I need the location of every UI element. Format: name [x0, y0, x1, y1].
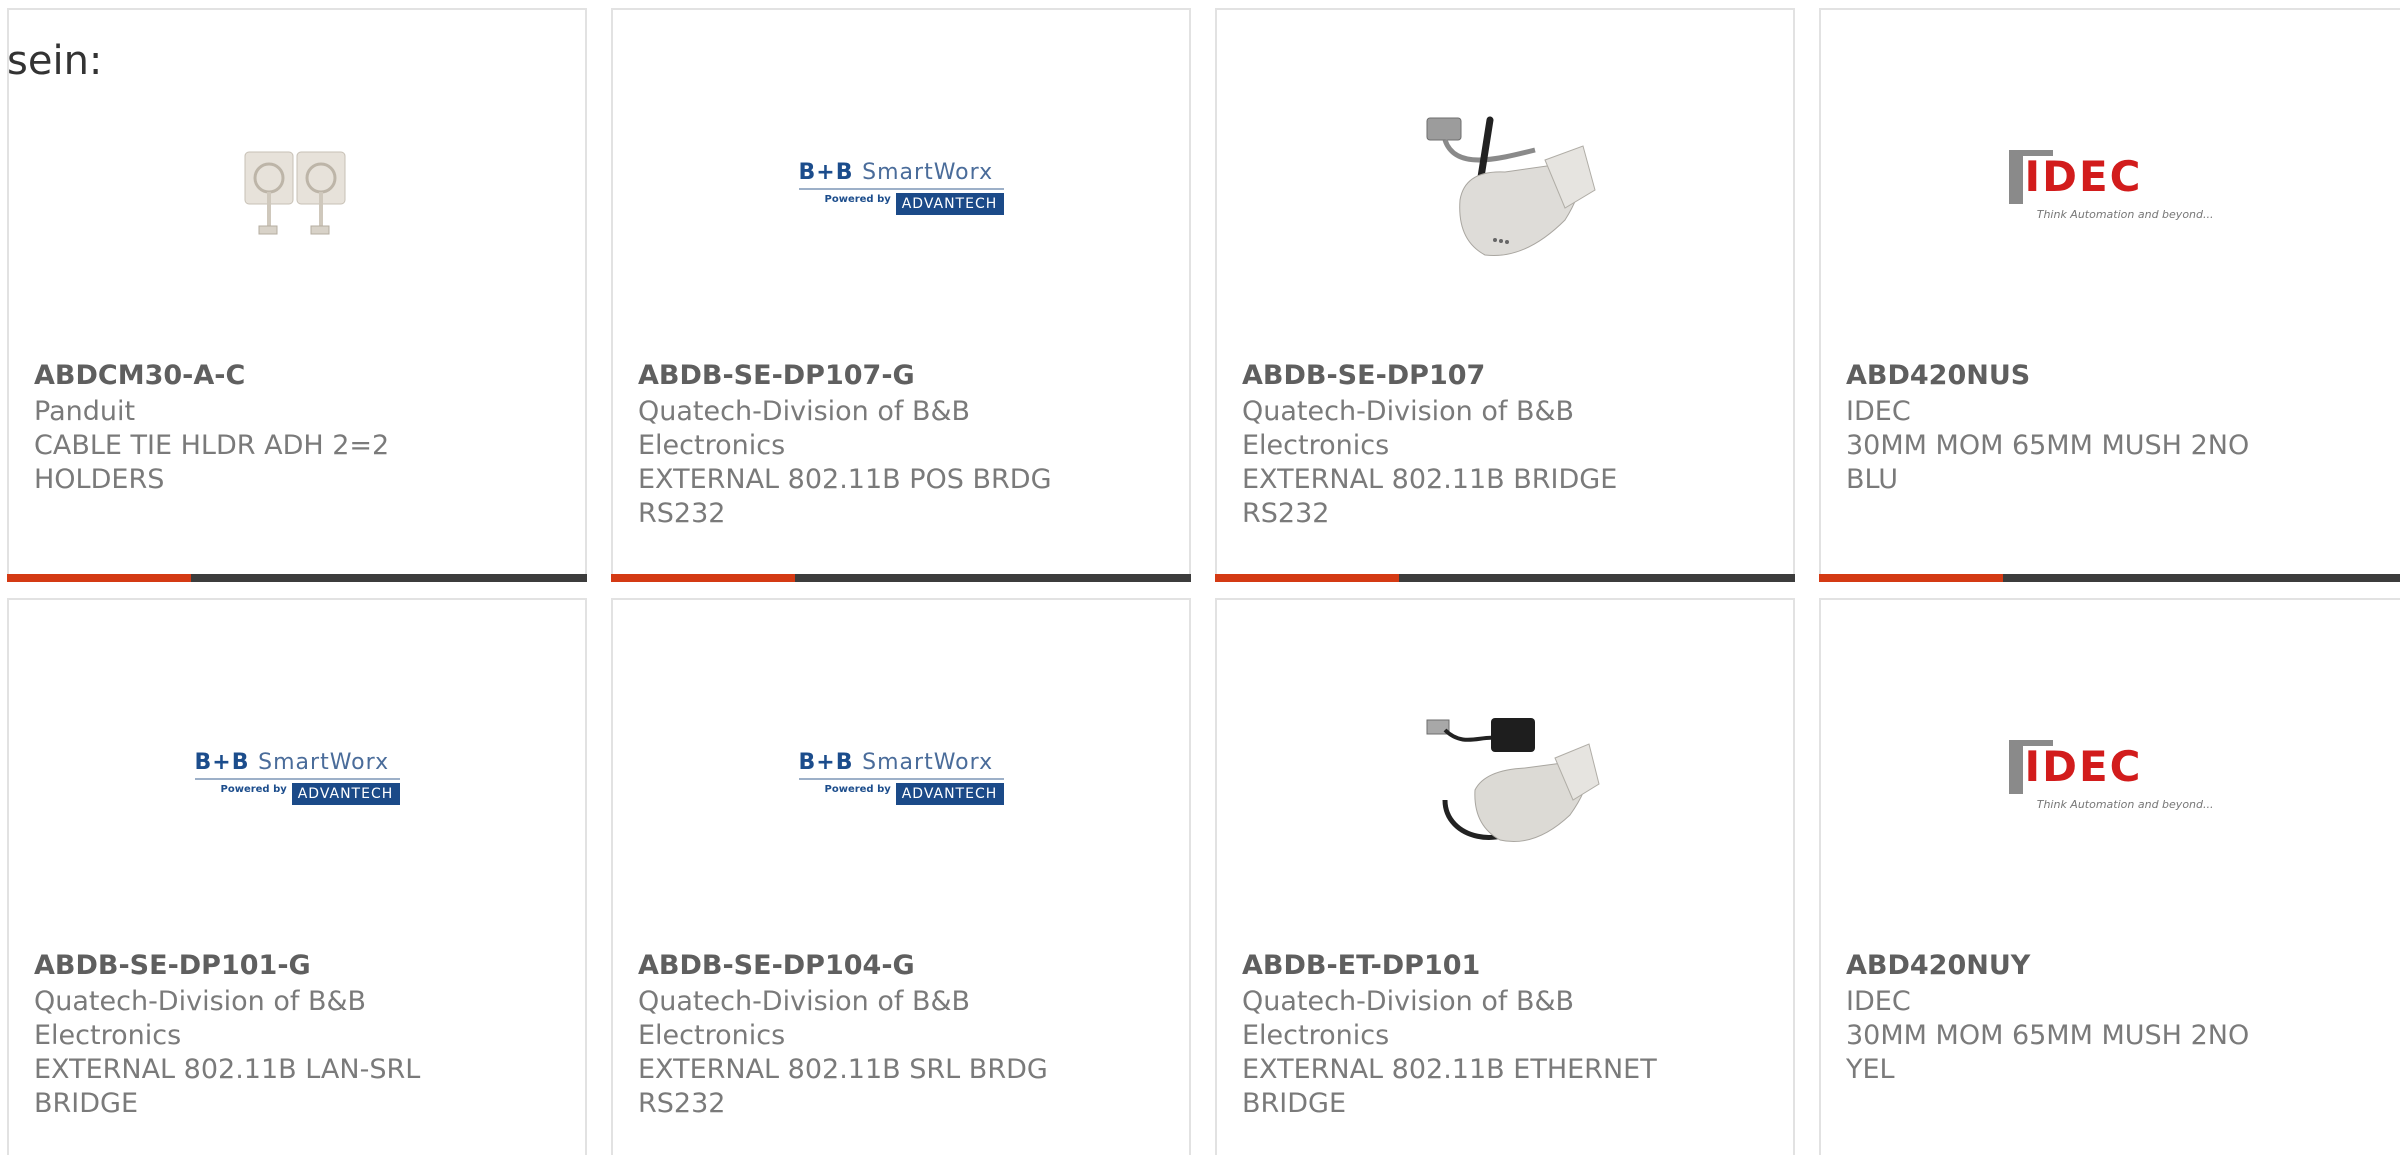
card-bar: [7, 574, 587, 582]
description: EXTERNAL 802.11B SRL BRDG RS232: [638, 1054, 1048, 1119]
description: CABLE TIE HLDR ADH 2=2 HOLDERS: [34, 430, 390, 495]
idec-logo: IDEC Think Automation and beyond...: [2008, 740, 2214, 820]
manufacturer: IDEC: [1846, 396, 1911, 427]
card-bar-accent: [1215, 574, 1399, 582]
description: 30MM MOM 65MM MUSH 2NO BLU: [1846, 430, 2250, 495]
product-card[interactable]: B+B SmartWorx Powered by ADVANTECH ABDB-…: [611, 8, 1191, 582]
description: EXTERNAL 802.11B LAN-SRL BRIDGE: [34, 1054, 421, 1119]
part-number[interactable]: ABDB-SE-DP101-G: [34, 950, 311, 981]
card-bar-accent: [611, 574, 795, 582]
card-bar: [611, 574, 1191, 582]
description: EXTERNAL 802.11B POS BRDG RS232: [638, 464, 1052, 529]
product-card[interactable]: B+B SmartWorx Powered by ADVANTECH ABDB-…: [7, 598, 587, 1155]
product-image[interactable]: [9, 80, 585, 300]
manufacturer: Quatech-Division of B&B Electronics: [1242, 396, 1575, 461]
part-number[interactable]: ABDCM30-A-C: [34, 360, 245, 391]
part-number[interactable]: ABDB-SE-DP104-G: [638, 950, 915, 981]
bb-smartworx-logo: B+B SmartWorx Powered by ADVANTECH: [194, 750, 400, 810]
part-number[interactable]: ABD420NUS: [1846, 360, 2030, 391]
manufacturer: Quatech-Division of B&B Electronics: [34, 986, 367, 1051]
card-bar: [1215, 574, 1795, 582]
product-card[interactable]: ABDB-SE-DP107 Quatech-Division of B&B El…: [1215, 8, 1795, 582]
manufacturer: Quatech-Division of B&B Electronics: [638, 396, 971, 461]
product-card[interactable]: B+B SmartWorx Powered by ADVANTECH ABDB-…: [611, 598, 1191, 1155]
product-card[interactable]: IDEC Think Automation and beyond... ABD4…: [1819, 598, 2400, 1155]
manufacturer: IDEC: [1846, 986, 1911, 1017]
product-card[interactable]: ABDB-ET-DP101 Quatech-Division of B&B El…: [1215, 598, 1795, 1155]
product-image[interactable]: IDEC Think Automation and beyond...: [1821, 80, 2400, 300]
manufacturer: Quatech-Division of B&B Electronics: [638, 986, 971, 1051]
intro-text: sein:: [7, 38, 103, 84]
part-number[interactable]: ABDB-SE-DP107: [1242, 360, 1485, 391]
bb-smartworx-logo: B+B SmartWorx Powered by ADVANTECH: [798, 160, 1004, 220]
description: EXTERNAL 802.11B ETHERNET BRIDGE: [1242, 1054, 1657, 1119]
cable-tie-holder-image: [244, 151, 346, 235]
manufacturer: Panduit: [34, 396, 136, 427]
product-image[interactable]: B+B SmartWorx Powered by ADVANTECH: [613, 670, 1189, 890]
description: EXTERNAL 802.11B BRIDGE RS232: [1242, 464, 1618, 529]
description: 30MM MOM 65MM MUSH 2NO YEL: [1846, 1020, 2250, 1085]
product-image[interactable]: [1217, 80, 1793, 300]
ethernet-bridge-image: [1426, 718, 1600, 843]
product-image[interactable]: B+B SmartWorx Powered by ADVANTECH: [613, 80, 1189, 300]
part-number[interactable]: ABDB-ET-DP101: [1242, 950, 1480, 981]
card-bar-accent: [1819, 574, 2003, 582]
product-card[interactable]: ABDCM30-A-C Panduit CABLE TIE HLDR ADH 2…: [7, 8, 587, 582]
part-number[interactable]: ABDB-SE-DP107-G: [638, 360, 915, 391]
product-image[interactable]: B+B SmartWorx Powered by ADVANTECH: [9, 670, 585, 890]
product-image[interactable]: IDEC Think Automation and beyond...: [1821, 670, 2400, 890]
wireless-bridge-image: [1426, 116, 1596, 257]
product-card[interactable]: IDEC Think Automation and beyond... ABD4…: [1819, 8, 2400, 582]
idec-logo: IDEC Think Automation and beyond...: [2008, 150, 2214, 230]
manufacturer: Quatech-Division of B&B Electronics: [1242, 986, 1575, 1051]
product-image[interactable]: [1217, 670, 1793, 890]
part-number[interactable]: ABD420NUY: [1846, 950, 2030, 981]
card-bar: [1819, 574, 2400, 582]
bb-smartworx-logo: B+B SmartWorx Powered by ADVANTECH: [798, 750, 1004, 810]
card-bar-accent: [7, 574, 191, 582]
